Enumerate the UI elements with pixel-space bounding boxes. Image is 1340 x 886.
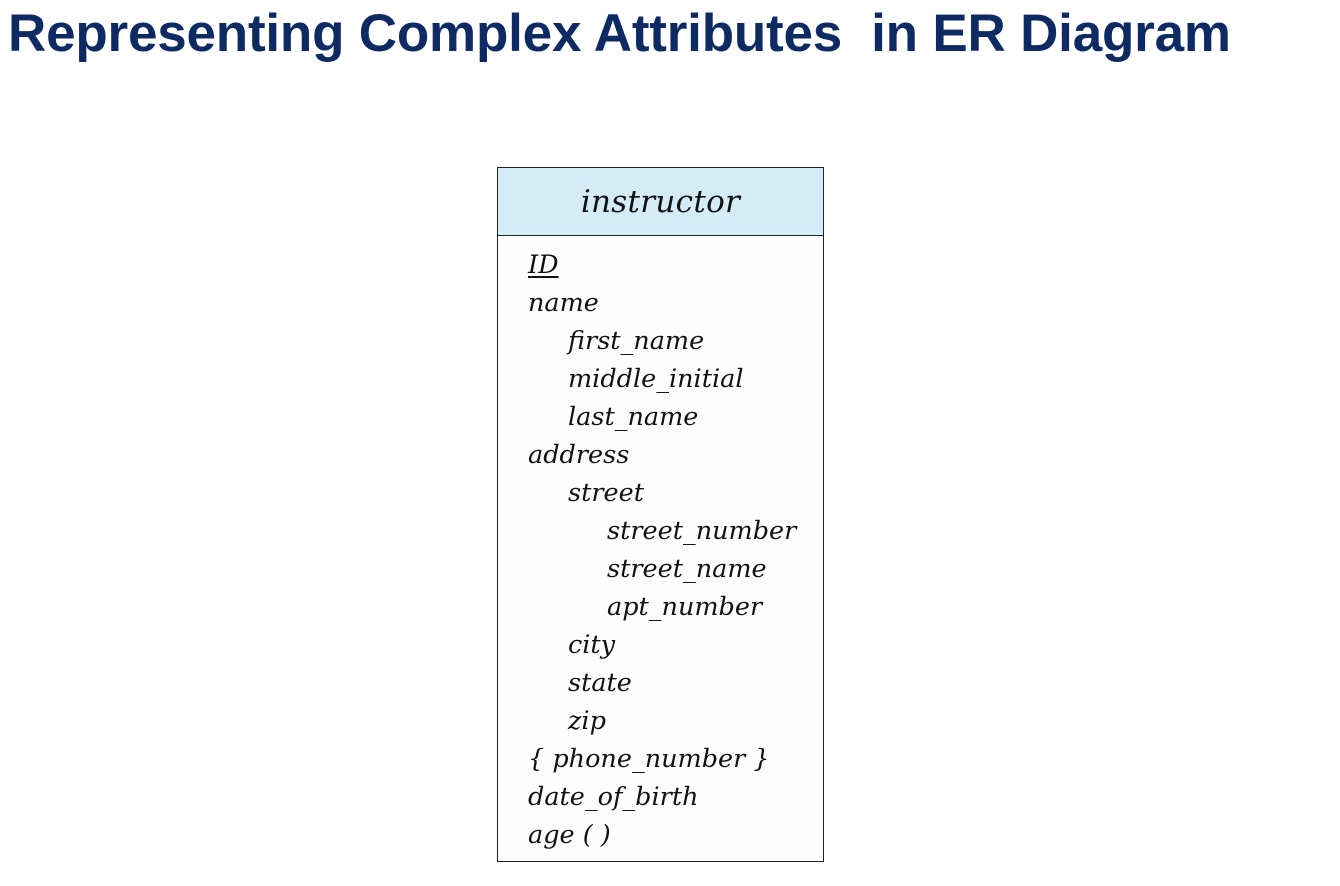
attribute-component: zip [568,706,606,736]
attribute-primary-key: ID [528,250,559,280]
attribute-component: city [568,630,616,660]
attribute-component: last_name [568,402,699,432]
attribute-component: first_name [568,326,705,356]
attribute-composite: address [528,440,630,470]
attribute-list: ID name first_name middle_initial last_n… [498,236,823,854]
entity-header: instructor [498,168,823,236]
attribute-derived: age ( ) [528,820,611,850]
attribute-component: middle_initial [568,364,744,394]
entity-name: instructor [580,183,741,220]
attribute-composite: name [528,288,599,318]
entity-instructor: instructor ID name first_name middle_ini… [497,167,824,862]
attribute-component: state [568,668,632,698]
attribute-component: street_number [607,516,797,546]
attribute-component: street_name [607,554,767,584]
attribute-composite: street [568,478,644,508]
slide-title: Representing Complex Attributes in ER Di… [8,4,1231,63]
attribute-multivalued: { phone_number } [528,744,770,774]
attribute-component: apt_number [607,592,763,622]
attribute-simple: date_of_birth [528,782,699,812]
